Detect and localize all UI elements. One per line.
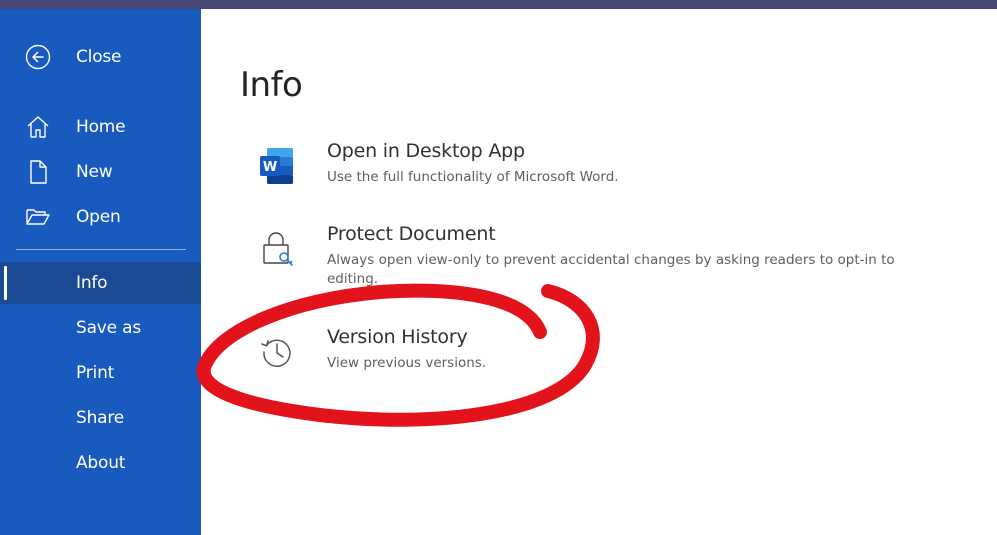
option-description: Use the full functionality of Microsoft … bbox=[327, 169, 619, 185]
new-document-icon bbox=[24, 158, 52, 186]
history-clock-icon bbox=[251, 326, 303, 378]
page-title: Info bbox=[240, 65, 303, 105]
sidebar-item-label: About bbox=[76, 453, 126, 473]
sidebar-item-open[interactable]: Open bbox=[0, 196, 201, 238]
sidebar-item-label: Info bbox=[76, 273, 108, 293]
sidebar-item-save-as[interactable]: Save as bbox=[0, 307, 201, 349]
window-top-strip bbox=[0, 0, 997, 9]
option-title: Version History bbox=[327, 326, 468, 348]
open-in-desktop-app-option[interactable]: W Open in Desktop App Use the full funct… bbox=[251, 140, 951, 200]
sidebar-item-label: New bbox=[76, 162, 113, 182]
sidebar-item-label: Share bbox=[76, 408, 125, 428]
sidebar-item-share[interactable]: Share bbox=[0, 397, 201, 439]
lock-key-icon bbox=[251, 223, 303, 275]
info-panel: Info W Open in Desktop App Use the full … bbox=[201, 9, 997, 535]
sidebar-item-print[interactable]: Print bbox=[0, 352, 201, 394]
svg-text:W: W bbox=[263, 160, 277, 175]
sidebar-item-about[interactable]: About bbox=[0, 442, 201, 484]
home-icon bbox=[24, 113, 52, 141]
sidebar-item-new[interactable]: New bbox=[0, 151, 201, 193]
sidebar-item-info[interactable]: Info bbox=[0, 262, 201, 304]
option-title: Open in Desktop App bbox=[327, 140, 525, 162]
backstage-sidebar: Close Home New Open Info Save as Print S… bbox=[0, 9, 201, 535]
close-label: Close bbox=[76, 47, 122, 67]
close-button[interactable]: Close bbox=[0, 36, 201, 78]
sidebar-item-label: Save as bbox=[76, 318, 142, 338]
active-indicator bbox=[4, 266, 7, 300]
folder-open-icon bbox=[24, 203, 52, 231]
sidebar-item-label: Print bbox=[76, 363, 115, 383]
sidebar-item-label: Open bbox=[76, 207, 121, 227]
option-title: Protect Document bbox=[327, 223, 496, 245]
sidebar-item-label: Home bbox=[76, 117, 126, 137]
sidebar-divider bbox=[16, 249, 186, 250]
word-app-icon: W bbox=[251, 140, 303, 192]
sidebar-item-home[interactable]: Home bbox=[0, 106, 201, 148]
option-description: Always open view-only to prevent acciden… bbox=[327, 252, 895, 287]
protect-document-option[interactable]: Protect Document Always open view-only t… bbox=[251, 223, 951, 287]
option-description: View previous versions. bbox=[327, 355, 487, 371]
version-history-option[interactable]: Version History View previous versions. bbox=[251, 326, 951, 386]
back-arrow-icon bbox=[24, 43, 52, 71]
